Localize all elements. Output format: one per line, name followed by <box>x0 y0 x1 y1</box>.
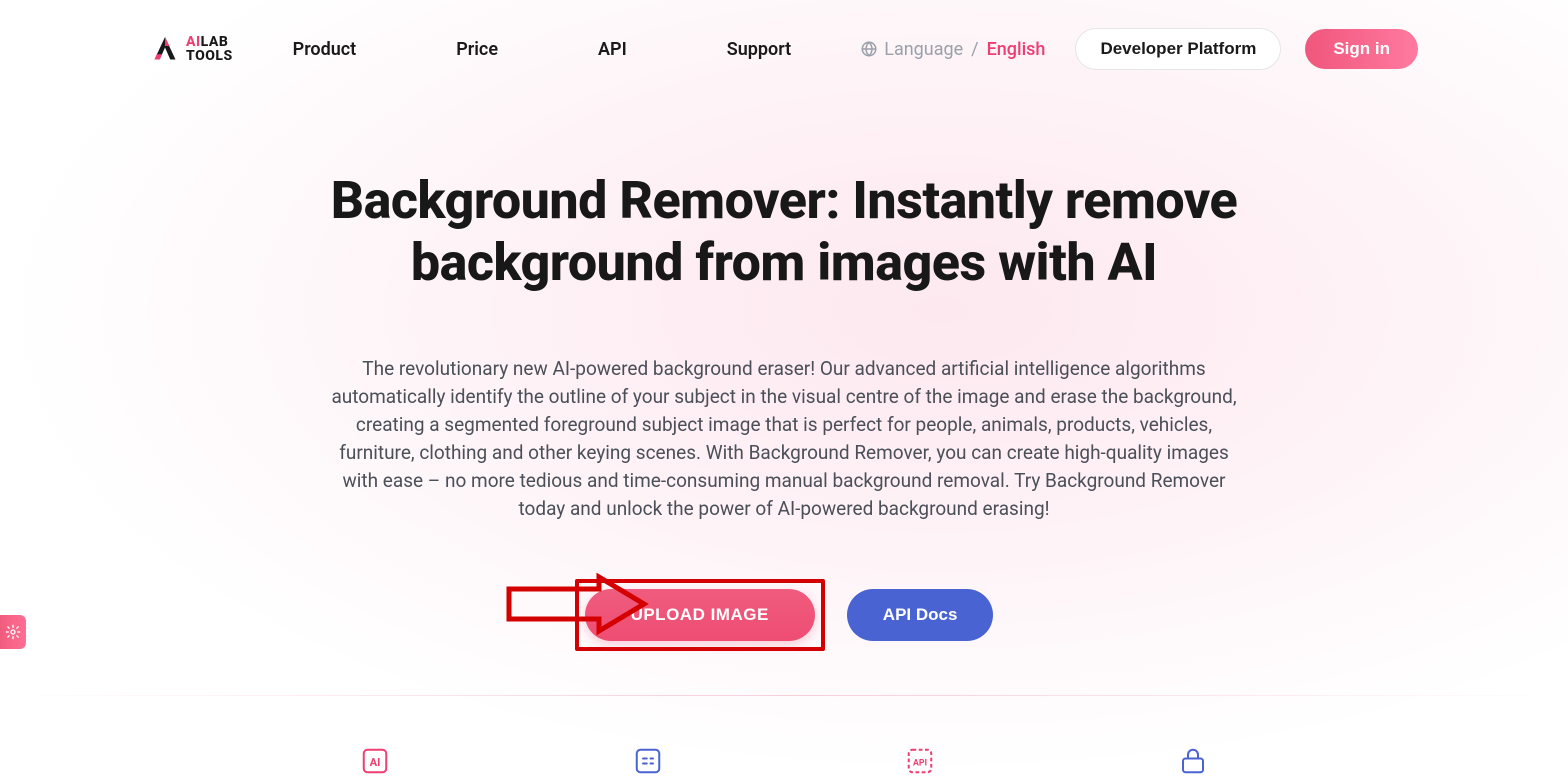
brand-text: AILAB TOOLS <box>186 35 233 63</box>
ai-feature-icon: AI <box>360 746 390 776</box>
api-feature-icon: API <box>905 746 935 776</box>
svg-text:API: API <box>913 759 927 769</box>
api-docs-button[interactable]: API Docs <box>847 589 994 641</box>
cta-row: UPLOAD IMAGE API Docs <box>244 579 1324 651</box>
main-content: Background Remover: Instantly remove bac… <box>224 170 1344 651</box>
main-nav: Product Price API Support <box>293 39 792 60</box>
signin-button[interactable]: Sign in <box>1305 29 1418 69</box>
globe-icon <box>860 40 878 58</box>
language-switcher[interactable]: Language / English <box>860 39 1045 60</box>
nav-support[interactable]: Support <box>727 39 791 60</box>
nav-price[interactable]: Price <box>456 39 498 60</box>
svg-text:AI: AI <box>370 756 381 769</box>
brand-logo[interactable]: AILAB TOOLS <box>150 34 233 64</box>
hero-title: Background Remover: Instantly remove bac… <box>244 170 1324 295</box>
upload-image-button[interactable]: UPLOAD IMAGE <box>585 589 815 641</box>
section-divider <box>0 695 1568 696</box>
gear-icon <box>5 624 21 640</box>
side-settings-tab[interactable] <box>0 615 26 649</box>
nav-api[interactable]: API <box>598 39 627 60</box>
secure-feature-icon <box>1178 746 1208 776</box>
brand-mark-icon <box>150 34 180 64</box>
nav-product[interactable]: Product <box>293 39 357 60</box>
language-label: Language <box>884 39 963 60</box>
language-sep: / <box>971 39 978 60</box>
upload-highlight-box: UPLOAD IMAGE <box>575 579 825 651</box>
site-header: AILAB TOOLS Product Price API Support La… <box>0 0 1568 70</box>
adjust-feature-icon <box>633 746 663 776</box>
developer-platform-button[interactable]: Developer Platform <box>1075 28 1281 70</box>
language-value: English <box>987 39 1046 60</box>
hero-description: The revolutionary new AI-powered backgro… <box>324 355 1244 524</box>
feature-row: AI API <box>159 746 1409 776</box>
